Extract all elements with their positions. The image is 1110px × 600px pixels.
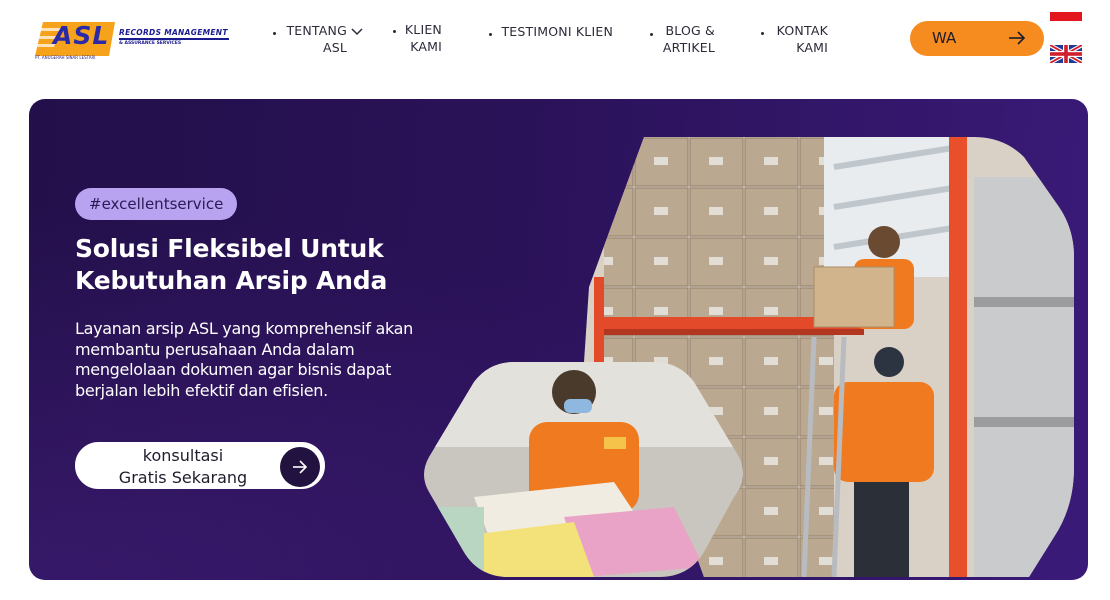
nav-item-testimoni-klien[interactable]: TESTIMONI KLIEN (498, 23, 613, 40)
id-flag-icon[interactable] (1050, 12, 1082, 30)
logo-brand-text: ASL (53, 21, 110, 50)
whatsapp-button[interactable]: WA (910, 21, 1044, 56)
hero-section: #excellentservice Solusi Fleksibel Untuk… (29, 99, 1088, 580)
nav-item-label: TENTANG (286, 23, 347, 38)
nav-item-label: ASL (322, 40, 347, 55)
nav-bullet (650, 33, 653, 36)
nav-bullet (273, 32, 276, 35)
nav-item-kontak-kami[interactable]: KONTAK KAMI (770, 22, 828, 56)
hero-photo-collage (424, 137, 1074, 577)
nav-item-label: KLIEN (404, 22, 442, 37)
site-logo[interactable]: ASL RECORDS MANAGEMENT & ASSURANCE SERVI… (33, 16, 233, 62)
nav-item-label: ARTIKEL (662, 40, 715, 55)
arrow-right-icon (293, 460, 308, 474)
nav-item-label: KAMI (796, 40, 828, 55)
cta-label: konsultasi Gratis Sekarang (93, 445, 273, 489)
nav-item-label: KONTAK (776, 23, 828, 38)
consultation-cta-button[interactable]: konsultasi Gratis Sekarang (75, 442, 325, 489)
logo-company: PT. ANUGERAH SINAR LESTARI (35, 55, 96, 60)
cta-label-line1: konsultasi (142, 446, 224, 465)
nav-bullet (393, 30, 396, 33)
nav-item-label: KAMI (410, 39, 442, 54)
nav-item-blog-artikel[interactable]: BLOG & ARTIKEL (658, 22, 715, 56)
logo-subtitle: & ASSURANCE SERVICES (119, 41, 182, 46)
nav-bullet (761, 32, 764, 35)
nav-item-tentang-asl[interactable]: TENTANG ASL (282, 22, 347, 56)
nav-item-label: TESTIMONI KLIEN (501, 24, 613, 39)
nav-bullet (489, 33, 492, 36)
cta-arrow-circle (280, 447, 320, 487)
nav-item-klien-kami[interactable]: KLIEN KAMI (400, 21, 442, 55)
arrow-right-icon (1009, 31, 1026, 45)
whatsapp-button-label: WA (932, 29, 957, 47)
uk-flag-icon[interactable] (1050, 45, 1082, 63)
logo-underline (119, 38, 229, 40)
logo-tagline: RECORDS MANAGEMENT (119, 28, 228, 37)
nav-item-label: BLOG & (665, 23, 715, 38)
cta-label-line2: Gratis Sekarang (118, 468, 248, 487)
hero-description: Layanan arsip ASL yang komprehensif akan… (75, 319, 413, 400)
hashtag-badge: #excellentservice (75, 188, 238, 220)
chevron-down-icon[interactable] (351, 28, 363, 36)
